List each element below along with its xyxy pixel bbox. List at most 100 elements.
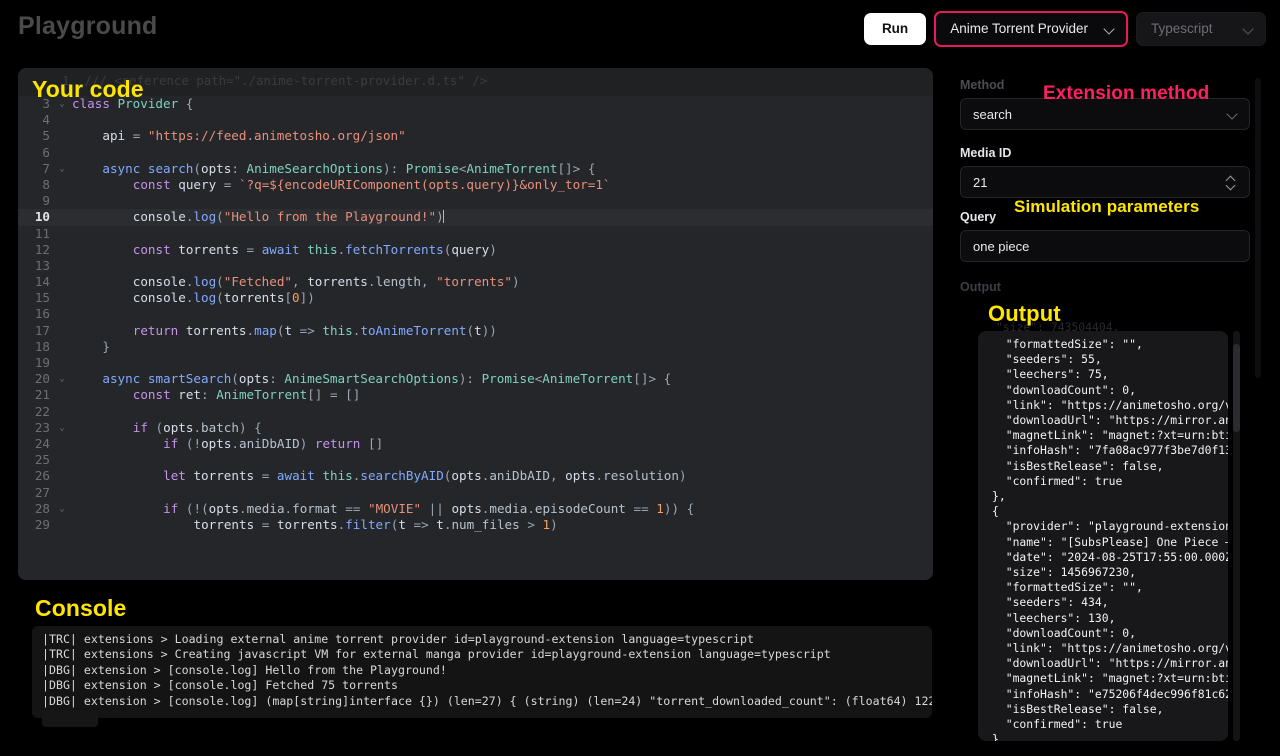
editor-code-area[interactable]: 3 ⌄ class Provider {4 5 api = "https://feed… — [18, 96, 933, 580]
fold-toggle-icon[interactable]: ⌄ — [56, 96, 68, 112]
run-button[interactable]: Run — [863, 13, 927, 45]
fold-toggle-icon[interactable] — [56, 145, 68, 161]
fold-toggle-icon[interactable] — [56, 323, 68, 339]
fold-toggle-icon[interactable] — [56, 468, 68, 484]
console-line: |DBG| extension > [console.log] (map[str… — [42, 693, 932, 708]
fold-toggle-icon[interactable] — [56, 193, 68, 209]
fold-toggle-icon[interactable] — [56, 209, 68, 225]
fold-toggle-icon[interactable] — [56, 242, 68, 258]
code-line[interactable]: 18 } — [18, 339, 933, 355]
code-line[interactable]: 25 — [18, 452, 933, 468]
code-line[interactable]: 22 — [18, 404, 933, 420]
output-line: "seeders": 55, — [992, 352, 1102, 367]
line-number: 4 — [42, 112, 50, 128]
line-number: 10 — [34, 209, 50, 225]
code-line-text: if (!(opts.media.format == "MOVIE" || op… — [163, 500, 695, 516]
line-number: 20 — [34, 371, 50, 387]
fold-toggle-icon[interactable] — [56, 404, 68, 420]
fold-toggle-icon[interactable] — [56, 112, 68, 128]
line-number: 24 — [34, 435, 50, 451]
fold-toggle-icon[interactable] — [56, 226, 68, 242]
media-id-stepper[interactable] — [1226, 175, 1237, 190]
code-line[interactable]: 27 — [18, 485, 933, 501]
code-line[interactable]: 24 if (!opts.aniDbAID) return [] — [18, 436, 933, 452]
query-value: one piece — [973, 238, 1030, 254]
method-select-value: search — [973, 106, 1013, 122]
query-field[interactable]: one piece — [960, 230, 1250, 262]
fold-toggle-icon[interactable] — [56, 355, 68, 371]
code-line[interactable]: 11 — [18, 226, 933, 242]
code-line[interactable]: 9 — [18, 193, 933, 209]
code-line-text: const ret: AnimeTorrent[] = [] — [132, 387, 361, 403]
fold-toggle-icon[interactable] — [56, 436, 68, 452]
code-line[interactable]: 14 console.log("Fetched", torrents.lengt… — [18, 274, 933, 290]
code-line-text: const torrents = await this.fetchTorrent… — [132, 241, 497, 257]
method-select[interactable]: search — [960, 98, 1250, 130]
code-line-text: console.log("Hello from the Playground!"… — [132, 209, 445, 225]
fold-toggle-icon[interactable]: ⌄ — [56, 501, 68, 517]
playground-app: Playground Run Anime Torrent Provider Ty… — [0, 0, 1280, 756]
fold-toggle-icon[interactable] — [56, 274, 68, 290]
fold-toggle-icon[interactable] — [56, 452, 68, 468]
line-number: 18 — [34, 338, 50, 354]
output-line: "downloadCount": 0, — [992, 625, 1137, 640]
code-line[interactable]: 29 torrents = torrents.filter(t => t.num… — [18, 517, 933, 533]
code-line[interactable]: 4 — [18, 112, 933, 128]
code-line[interactable]: 21 const ret: AnimeTorrent[] = [] — [18, 387, 933, 403]
fold-toggle-icon[interactable]: ⌄ — [56, 371, 68, 387]
chevron-down-icon — [1243, 24, 1253, 34]
code-line[interactable]: 7 ⌄ async search(opts: AnimeSearchOptions… — [18, 161, 933, 177]
code-line[interactable]: 23 ⌄ if (opts.batch) { — [18, 420, 933, 436]
line-number: 21 — [34, 387, 50, 403]
line-number: 12 — [34, 241, 50, 257]
output-json-viewer[interactable]: "formattedSize": "", "seeders": 55, "lee… — [978, 331, 1228, 741]
line-number: 6 — [42, 144, 50, 160]
code-line[interactable]: 12 const torrents = await this.fetchTorr… — [18, 242, 933, 258]
annotation-console: Console — [35, 595, 127, 621]
console-clear-button[interactable] — [42, 710, 98, 727]
output-line: "provider": "playground-extension", — [992, 519, 1228, 534]
fold-toggle-icon[interactable] — [56, 290, 68, 306]
output-line: "confirmed": true — [992, 473, 1123, 488]
code-line[interactable]: 13 — [18, 258, 933, 274]
code-line[interactable]: 19 — [18, 355, 933, 371]
code-line[interactable]: 15 console.log(torrents[0]) — [18, 290, 933, 306]
code-line[interactable]: 8 const query = `?q=${encodeURIComponent… — [18, 177, 933, 193]
fold-toggle-icon[interactable]: ⌄ — [56, 161, 68, 177]
code-line[interactable]: 3 ⌄ class Provider { — [18, 96, 933, 112]
code-editor[interactable]: 1 /// <reference path="./anime-torrent-p… — [18, 68, 933, 580]
code-line[interactable]: 20 ⌄ async smartSearch(opts: AnimeSmartSe… — [18, 371, 933, 387]
code-line[interactable]: 10 console.log("Hello from the Playgroun… — [18, 209, 933, 226]
chevron-down-icon[interactable] — [1226, 183, 1237, 190]
output-line: "link": "https://animetosho.org/vie — [992, 641, 1228, 656]
console-output[interactable]: |TRC| extensions > Loading external anim… — [32, 626, 932, 718]
code-line[interactable]: 6 — [18, 145, 933, 161]
line-number: 27 — [34, 484, 50, 500]
output-line: "downloadCount": 0, — [992, 382, 1137, 397]
fold-toggle-icon[interactable] — [56, 387, 68, 403]
fold-toggle-icon[interactable] — [56, 485, 68, 501]
code-line-text: async smartSearch(opts: AnimeSmartSearch… — [102, 371, 672, 387]
output-line: "isBestRelease": false, — [992, 458, 1164, 473]
code-line[interactable]: 28 ⌄ if (!(opts.media.format == "MOVIE" |… — [18, 501, 933, 517]
fold-toggle-icon[interactable]: ⌄ — [56, 420, 68, 436]
code-line[interactable]: 5 api = "https://feed.animetosho.org/jso… — [18, 128, 933, 144]
chevron-up-icon[interactable] — [1226, 175, 1237, 182]
provider-select[interactable]: Anime Torrent Provider — [934, 11, 1128, 47]
output-scrollbar-thumb[interactable] — [1233, 344, 1240, 432]
code-line[interactable]: 17 return torrents.map(t => this.toAnime… — [18, 323, 933, 339]
code-line[interactable]: 16 — [18, 306, 933, 322]
fold-toggle-icon[interactable] — [56, 128, 68, 144]
code-line[interactable]: 26 let torrents = await this.searchByAID… — [18, 468, 933, 484]
fold-toggle-icon[interactable] — [56, 306, 68, 322]
language-select[interactable]: Typescript — [1136, 12, 1266, 46]
fold-toggle-icon[interactable] — [56, 177, 68, 193]
fold-toggle-icon[interactable] — [56, 258, 68, 274]
fold-toggle-icon[interactable] — [56, 339, 68, 355]
fold-toggle-icon[interactable] — [56, 517, 68, 533]
line-number: 23 — [34, 419, 50, 435]
line-number: 14 — [34, 274, 50, 290]
media-id-field[interactable]: 21 — [960, 166, 1250, 198]
